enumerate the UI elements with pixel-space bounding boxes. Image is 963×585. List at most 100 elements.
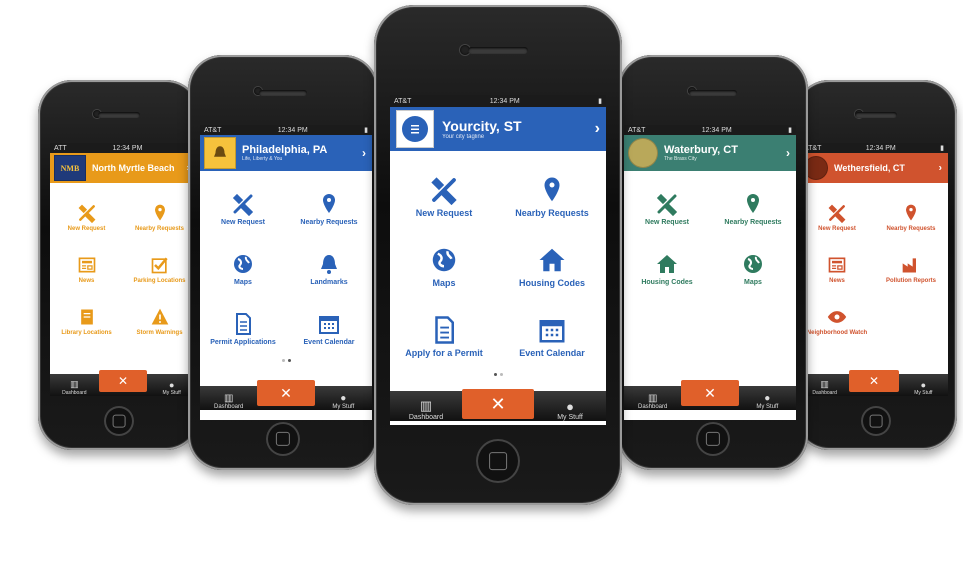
tab-my-stuff[interactable]: ● My Stuff [899,380,948,396]
tile-housing-codes[interactable]: Housing Codes [498,231,606,301]
tile-new-request[interactable]: New Request [200,179,286,239]
tab-requests[interactable]: ✕ [462,389,534,419]
tile-parking-locations[interactable]: Parking Locations [123,243,196,295]
carrier: AT&T [628,126,646,134]
pin-icon [537,175,567,205]
pin-icon [150,203,170,223]
dashboard-icon: ▥ [223,393,234,404]
tab-requests[interactable]: ✕ [681,380,739,406]
battery-icon: ▮ [788,127,792,134]
tile-label: Storm Warnings [136,329,183,336]
city-header[interactable]: Waterbury, CT The Brass City › [624,135,796,171]
tile-new-request[interactable]: New Request [390,161,498,231]
tab-dashboard[interactable]: ▥ Dashboard [50,379,99,396]
tab-dashboard[interactable]: ▥ Dashboard [200,393,257,410]
city-header[interactable]: Philadelphia, PA Life, Liberty & You › [200,135,372,171]
carrier: AT&T [394,97,412,105]
chevron-right-icon: › [594,120,600,137]
clock: 12:34 PM [112,144,143,152]
tab-dashboard[interactable]: ▥ Dashboard [390,398,462,421]
phone-yourcity: AT&T 12:34 PM ▮ Yourcity, ST Your city tagl… [374,5,622,505]
home-button[interactable] [104,406,134,436]
tab-bar: ▥ Dashboard ✕ ● My Stuff [200,380,372,410]
tab-bar: ▥ Dashboard ✕ ● My Stuff [390,389,606,421]
tile-nearby-requests[interactable]: Nearby Requests [710,179,796,239]
clock: 12:34 PM [701,126,732,134]
tab-dashboard[interactable]: ▥ Dashboard [624,393,681,410]
status-bar: ATT12:34 PM▮ [50,143,196,153]
tile-label: Maps [744,279,762,286]
tile-news[interactable]: News [50,243,123,295]
tab-requests[interactable]: ✕ [257,380,315,406]
tile-label: Event Calendar [303,339,355,346]
city-seal-icon [628,138,658,168]
tile-housing-codes[interactable]: Housing Codes [624,239,710,299]
calendar-icon [537,315,567,345]
tab-requests[interactable]: ✕ [98,370,148,392]
tools-icon: ✕ [704,384,716,401]
tile-label: Nearby Requests [515,207,589,218]
tile-new-request[interactable]: New Request [624,179,710,239]
city-header[interactable]: Yourcity, ST Your city tagline › [390,107,606,151]
bell-icon [317,252,341,276]
phone-waterbury: AT&T 12:34 PM ▮ Waterbury, CT The Brass Cit… [618,55,808,470]
tile-grid: New Request Nearby Requests Maps Landmarks P… [200,171,372,359]
speaker-grille [689,90,737,96]
tile-apply-for-a-permit[interactable]: Apply for a Permit [390,301,498,371]
battery-icon: ▮ [364,127,368,134]
tile-nearby-requests[interactable]: Nearby Requests [498,161,606,231]
city-header[interactable]: NMB North Myrtle Beach › [50,153,196,183]
tile-label: Nearby Requests [300,219,358,226]
tile-label: Nearby Requests [724,219,782,226]
home-button[interactable] [266,422,300,456]
tile-library-locations[interactable]: Library Locations [50,295,123,347]
tile-new-request[interactable]: New Request [800,191,874,243]
tile-label: Landmarks [310,279,348,286]
tile-label: Permit Applications [210,339,276,346]
status-bar: AT&T 12:34 PM ▮ [390,95,606,107]
tile-event-calendar[interactable]: Event Calendar [286,299,372,359]
tile-nearby-requests[interactable]: Nearby Requests [874,191,948,243]
tile-new-request[interactable]: New Request [50,191,123,243]
pin-icon [901,203,921,223]
tile-neighborhood-watch[interactable]: Neighborhood Watch [800,295,874,347]
dashboard-icon: ▥ [820,379,829,389]
tab-my-stuff[interactable]: ● My Stuff [534,399,606,421]
tile-pollution-reports[interactable]: Pollution Reports [874,243,948,295]
tools-icon: ✕ [117,374,129,388]
home-button[interactable] [696,422,730,456]
tile-label: Nearby Requests [886,225,936,232]
phone-philadelphia: AT&T 12:34 PM ▮ Philadelphia, PA Life, Libe… [188,55,378,470]
home-button[interactable] [861,406,891,436]
tile-label: New Request [415,207,473,218]
tile-news[interactable]: News [800,243,874,295]
tile-label: News [78,277,95,284]
tile-label: Parking Locations [133,277,186,284]
tile-maps[interactable]: Maps [390,231,498,301]
tile-label: New Request [645,219,689,226]
page-indicator [200,359,372,362]
tab-my-stuff[interactable]: ● My Stuff [315,393,372,410]
tab-requests[interactable]: ✕ [849,370,899,392]
tab-my-stuff[interactable]: ● My Stuff [739,393,796,410]
tile-permit-applications[interactable]: Permit Applications [200,299,286,359]
tile-maps[interactable]: Maps [710,239,796,299]
clock: 12:34 PM [489,97,520,105]
book-icon [77,307,97,327]
pin-icon [317,192,341,216]
pin-icon [741,192,765,216]
tools-icon: ✕ [280,384,292,401]
city-header[interactable]: Wethersfield, CT › [800,153,948,183]
tile-storm-warnings[interactable]: Storm Warnings [123,295,196,347]
tile-landmarks[interactable]: Landmarks [286,239,372,299]
tile-nearby-requests[interactable]: Nearby Requests [123,191,196,243]
tile-event-calendar[interactable]: Event Calendar [498,301,606,371]
home-button[interactable] [476,439,520,483]
tile-nearby-requests[interactable]: Nearby Requests [286,179,372,239]
house-icon [655,252,679,276]
user-icon: ● [920,380,927,390]
user-icon: ● [764,393,771,404]
city-title: Philadelphia, PA [242,144,328,156]
tile-maps[interactable]: Maps [200,239,286,299]
speaker-grille [468,47,528,54]
